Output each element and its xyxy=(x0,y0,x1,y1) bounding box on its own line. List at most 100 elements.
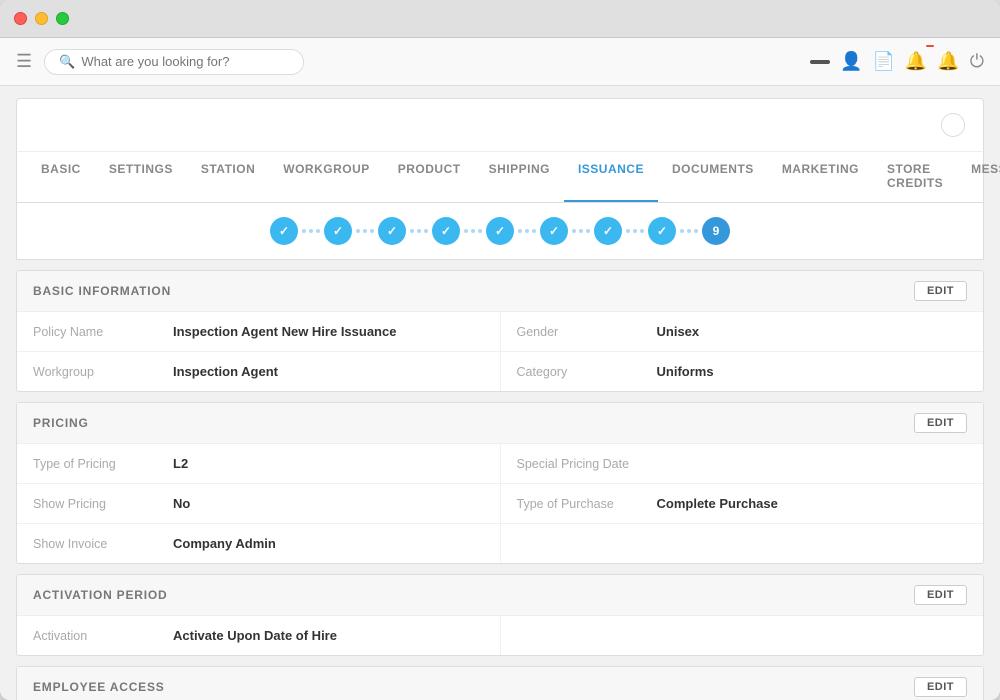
data-cell: Policy NameInspection Agent New Hire Iss… xyxy=(17,312,500,351)
table-row: Show InvoiceCompany Admin xyxy=(17,524,983,563)
data-value: Inspection Agent New Hire Issuance xyxy=(173,324,396,339)
edit-button-pricing[interactable]: EDIT xyxy=(914,413,967,433)
nav-tab-shipping[interactable]: SHIPPING xyxy=(475,152,564,202)
section-header-basic-information: BASIC INFORMATION EDIT xyxy=(17,271,983,312)
main-content: BASICSETTINGSSTATIONWORKGROUPPRODUCTSHIP… xyxy=(0,86,1000,700)
super-badge xyxy=(810,60,830,64)
nav-tab-basic[interactable]: BASIC xyxy=(27,152,95,202)
data-value: Uniforms xyxy=(657,364,714,379)
user-icon[interactable]: 👤 xyxy=(840,51,862,72)
data-cell xyxy=(500,524,984,563)
progress-step-7[interactable]: ✓ xyxy=(594,217,622,245)
nav-tab-station[interactable]: STATION xyxy=(187,152,269,202)
nav-tab-issuance[interactable]: ISSUANCE xyxy=(564,152,658,202)
data-value: Inspection Agent xyxy=(173,364,278,379)
data-label: Activation xyxy=(33,628,173,643)
step-dots-7 xyxy=(626,229,644,233)
progress-step-6[interactable]: ✓ xyxy=(540,217,568,245)
document-icon[interactable]: 📄 xyxy=(872,51,894,72)
help-icon[interactable] xyxy=(941,113,965,137)
notification-badge xyxy=(926,45,934,47)
progress-bar: ✓ ✓ ✓ ✓ ✓ ✓ ✓ ✓ 9 xyxy=(16,203,984,260)
data-label: Show Invoice xyxy=(33,536,173,551)
app-window: ☰ 🔍 👤 📄 🔔 🔔 ⏻ BASICS xyxy=(0,0,1000,700)
progress-step-2[interactable]: ✓ xyxy=(324,217,352,245)
data-label: Type of Pricing xyxy=(33,456,173,471)
data-value: L2 xyxy=(173,456,188,471)
data-cell: WorkgroupInspection Agent xyxy=(17,352,500,391)
edit-button-employee-access[interactable]: EDIT xyxy=(914,677,967,697)
data-label: Special Pricing Date xyxy=(517,456,657,471)
edit-button-activation-period[interactable]: EDIT xyxy=(914,585,967,605)
table-row: Policy NameInspection Agent New Hire Iss… xyxy=(17,312,983,352)
data-cell: ActivationActivate Upon Date of Hire xyxy=(17,616,500,655)
progress-step-3[interactable]: ✓ xyxy=(378,217,406,245)
nav-tab-product[interactable]: PRODUCT xyxy=(384,152,475,202)
notification-icon[interactable]: 🔔 xyxy=(905,51,927,72)
search-bar: 🔍 xyxy=(44,49,304,75)
maximize-button[interactable] xyxy=(56,12,69,25)
data-cell: CategoryUniforms xyxy=(500,352,984,391)
table-row: WorkgroupInspection AgentCategoryUniform… xyxy=(17,352,983,391)
data-value: No xyxy=(173,496,190,511)
table-row: ActivationActivate Upon Date of Hire xyxy=(17,616,983,655)
titlebar xyxy=(0,0,1000,38)
section-activation-period: ACTIVATION PERIOD EDIT ActivationActivate … xyxy=(16,574,984,656)
sections-wrapper: BASIC INFORMATION EDIT Policy NameInspecti… xyxy=(16,270,984,700)
section-title-pricing: PRICING xyxy=(33,416,89,430)
section-header-pricing: PRICING EDIT xyxy=(17,403,983,444)
nav-tab-workgroup[interactable]: WORKGROUP xyxy=(269,152,384,202)
close-button[interactable] xyxy=(14,12,27,25)
client-header xyxy=(16,98,984,152)
step-dots-4 xyxy=(464,229,482,233)
minimize-button[interactable] xyxy=(35,12,48,25)
data-cell: Type of PurchaseComplete Purchase xyxy=(500,484,984,523)
step-dots-2 xyxy=(356,229,374,233)
table-row: Show PricingNo Type of PurchaseComplete P… xyxy=(17,484,983,524)
nav-tab-settings[interactable]: SETTINGS xyxy=(95,152,187,202)
progress-step-1[interactable]: ✓ xyxy=(270,217,298,245)
step-dots-6 xyxy=(572,229,590,233)
edit-button-basic-information[interactable]: EDIT xyxy=(914,281,967,301)
progress-step-current[interactable]: 9 xyxy=(702,217,730,245)
data-cell: Type of PricingL2 xyxy=(17,444,500,483)
data-label: Gender xyxy=(517,324,657,339)
search-input[interactable] xyxy=(81,54,289,69)
progress-step-8[interactable]: ✓ xyxy=(648,217,676,245)
section-header-employee-access: EMPLOYEE ACCESS EDIT xyxy=(17,667,983,700)
section-title-employee-access: EMPLOYEE ACCESS xyxy=(33,680,165,694)
data-cell: Special Pricing Date xyxy=(500,444,984,483)
data-label xyxy=(517,536,657,537)
data-value: Complete Purchase xyxy=(657,496,778,511)
back-button[interactable] xyxy=(35,123,47,127)
data-label: Workgroup xyxy=(33,364,173,379)
power-icon[interactable]: ⏻ xyxy=(970,51,984,72)
topbar: ☰ 🔍 👤 📄 🔔 🔔 ⏻ xyxy=(0,38,1000,86)
data-value: Company Admin xyxy=(173,536,276,551)
section-title-basic-information: BASIC INFORMATION xyxy=(33,284,171,298)
section-title-activation-period: ACTIVATION PERIOD xyxy=(33,588,168,602)
section-employee-access: EMPLOYEE ACCESSEDITExpiration18 Month Em… xyxy=(16,666,984,700)
data-cell: GenderUnisex xyxy=(500,312,984,351)
step-dots-1 xyxy=(302,229,320,233)
section-header-activation-period: ACTIVATION PERIOD EDIT xyxy=(17,575,983,616)
progress-step-4[interactable]: ✓ xyxy=(432,217,460,245)
nav-tab-documents[interactable]: DOCUMENTS xyxy=(658,152,768,202)
menu-icon[interactable]: ☰ xyxy=(16,51,32,72)
nav-tabs: BASICSETTINGSSTATIONWORKGROUPPRODUCTSHIP… xyxy=(16,152,984,203)
traffic-lights xyxy=(14,12,69,25)
nav-tab-store-credits[interactable]: STORE CREDITS xyxy=(873,152,957,202)
data-label: Show Pricing xyxy=(33,496,173,511)
nav-tab-marketing[interactable]: MARKETING xyxy=(768,152,873,202)
search-icon: 🔍 xyxy=(59,54,75,70)
topbar-right: 👤 📄 🔔 🔔 ⏻ xyxy=(810,51,984,72)
bell-icon[interactable]: 🔔 xyxy=(937,51,959,72)
step-dots-5 xyxy=(518,229,536,233)
section-pricing: PRICING EDIT Type of PricingL2 Special Pric… xyxy=(16,402,984,564)
data-value: Unisex xyxy=(657,324,700,339)
client-header-left xyxy=(35,123,61,127)
step-dots-last xyxy=(680,229,698,233)
progress-step-5[interactable]: ✓ xyxy=(486,217,514,245)
data-value: Activate Upon Date of Hire xyxy=(173,628,337,643)
nav-tab-messages[interactable]: MESSAGES xyxy=(957,152,1000,202)
